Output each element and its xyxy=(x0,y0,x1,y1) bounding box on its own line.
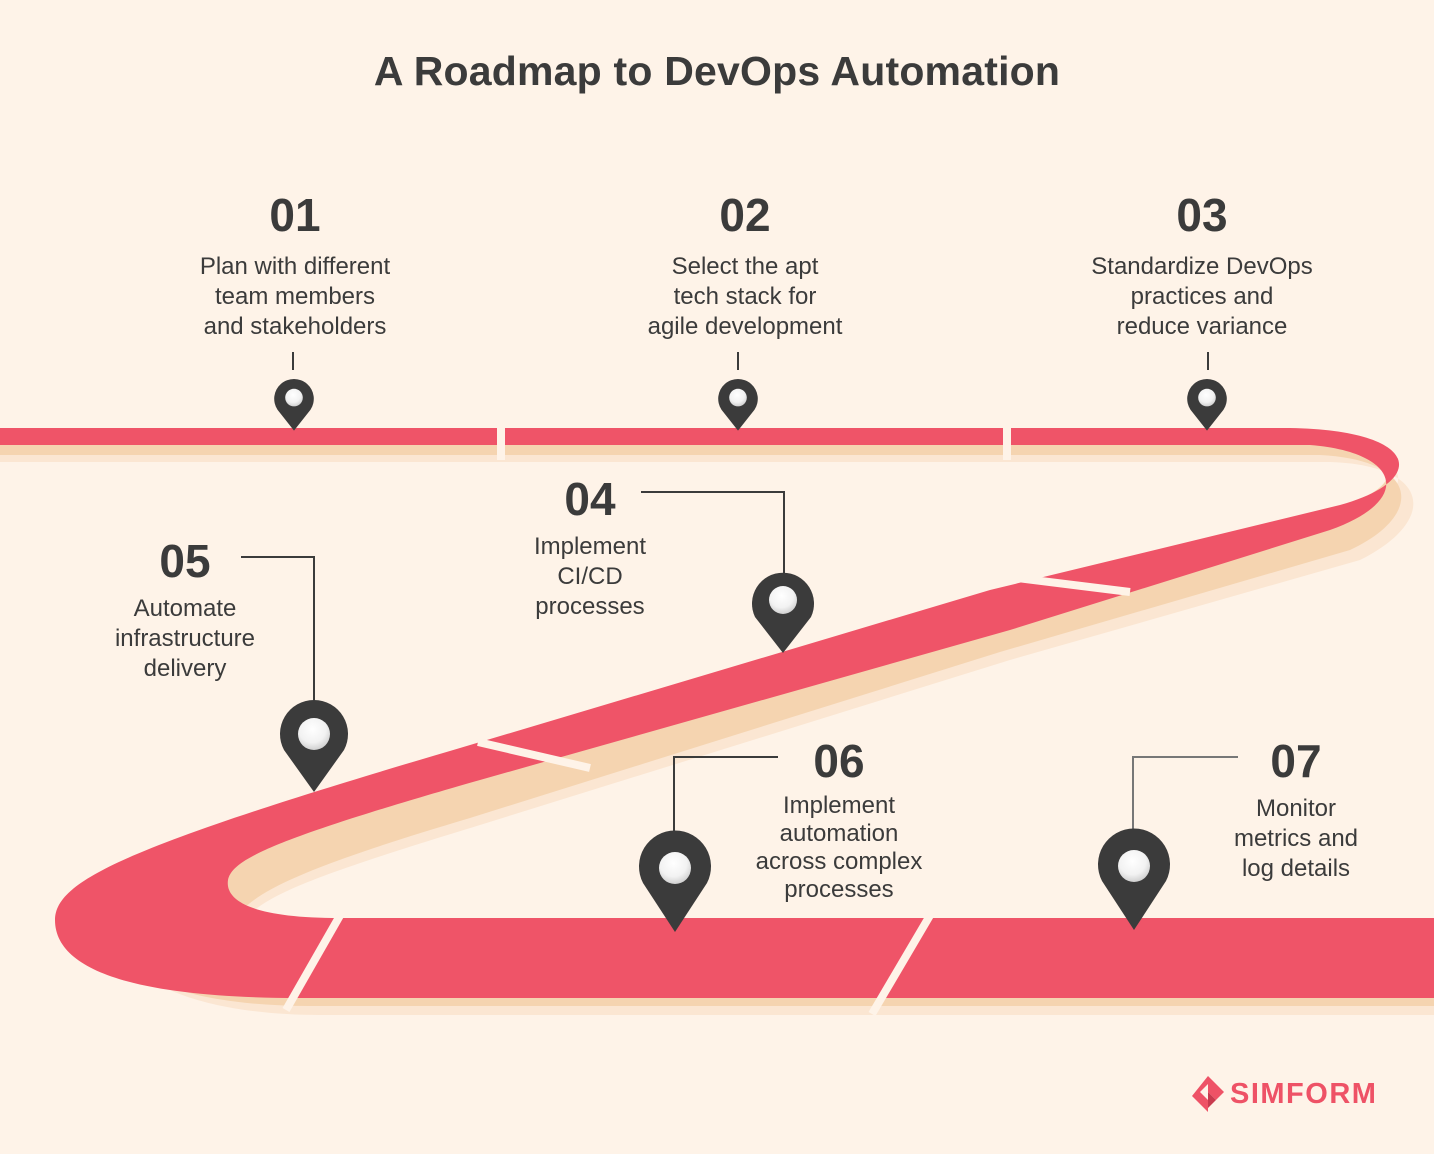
pin-icon-04 xyxy=(752,572,814,653)
pin-icon-02 xyxy=(718,378,758,431)
brand-name: SIMFORM xyxy=(1230,1077,1378,1110)
step-06: 06 Implement automation across complex p… xyxy=(724,738,954,904)
step-05: 05 Automate infrastructure delivery xyxy=(85,538,285,684)
step-description: Plan with different team members and sta… xyxy=(199,253,391,340)
step-description: Implement CI/CD processes xyxy=(533,533,647,620)
pin-icon-07 xyxy=(1098,828,1170,930)
step-description: Automate infrastructure delivery xyxy=(114,595,256,682)
simform-logo: SIMFORM xyxy=(1190,1074,1377,1114)
step-02: 02 Select the apt tech stack for agile d… xyxy=(595,192,895,342)
step-number: 03 xyxy=(1176,189,1228,241)
step-description: Implement automation across complex proc… xyxy=(755,792,923,903)
step-07: 07 Monitor metrics and log details xyxy=(1196,738,1396,884)
step-number: 02 xyxy=(719,189,771,241)
step-number: 01 xyxy=(269,189,321,241)
step-number: 04 xyxy=(564,473,616,525)
step-01: 01 Plan with different team members and … xyxy=(145,192,445,342)
step-number: 07 xyxy=(1270,735,1322,787)
pin-icon-03 xyxy=(1187,378,1227,431)
step-number: 05 xyxy=(159,535,211,587)
pin-icon-05 xyxy=(280,700,348,792)
step-description: Monitor metrics and log details xyxy=(1233,795,1359,882)
step-number: 06 xyxy=(813,735,865,787)
pin-icon-06 xyxy=(639,830,711,932)
simform-logo-icon xyxy=(1192,1076,1224,1112)
pin-icon-01 xyxy=(274,378,314,431)
step-description: Select the apt tech stack for agile deve… xyxy=(647,253,843,340)
step-04: 04 Implement CI/CD processes xyxy=(490,476,690,622)
step-description: Standardize DevOps practices and reduce … xyxy=(1091,253,1313,340)
step-03: 03 Standardize DevOps practices and redu… xyxy=(1052,192,1352,342)
